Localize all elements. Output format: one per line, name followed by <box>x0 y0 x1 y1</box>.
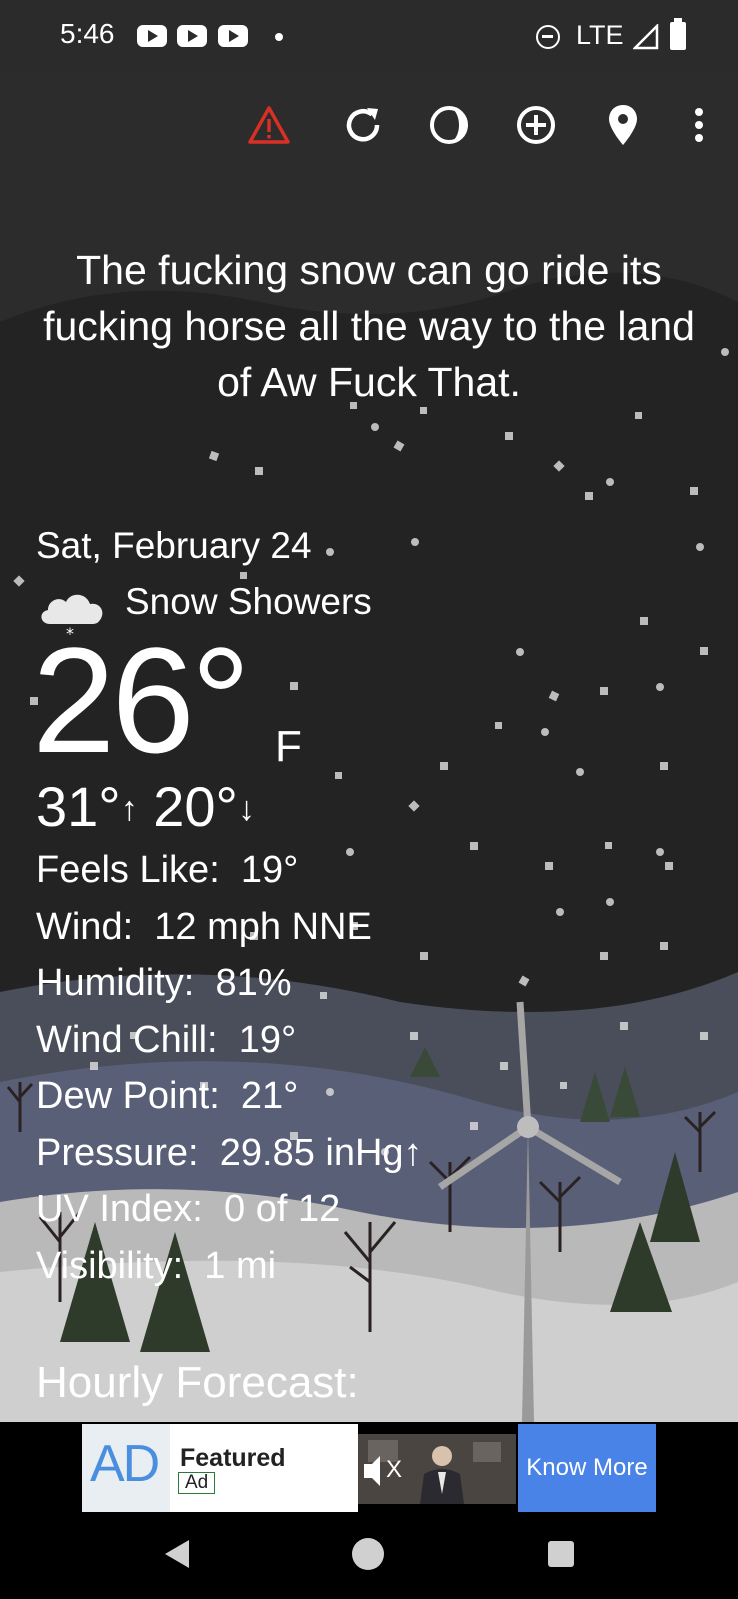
ad-tag: Ad <box>178 1472 216 1494</box>
back-icon[interactable] <box>156 1534 196 1574</box>
detail-label: Humidity: <box>36 962 195 1004</box>
home-icon[interactable] <box>348 1534 388 1574</box>
detail-row-feels-like: Feels Like: 19° <box>36 842 423 899</box>
detail-value: 0 of 12 <box>224 1188 341 1230</box>
navigation-bar <box>0 1514 738 1599</box>
detail-row-visibility: Visibility: 1 mi <box>36 1238 423 1295</box>
low-temperature: 20° <box>153 775 238 838</box>
detail-value: 19° <box>240 849 299 891</box>
youtube-icon <box>218 25 248 47</box>
detail-label: Pressure: <box>36 1131 199 1174</box>
more-vert-icon[interactable] <box>676 102 722 148</box>
weather-details: Feels Like: 19° Wind: 12 mph NNE Humidit… <box>36 842 423 1294</box>
hourly-forecast-title: Hourly Forecast: <box>36 1358 359 1407</box>
current-temperature: 26° <box>32 616 251 784</box>
network-type: LTE <box>576 20 624 50</box>
ad-banner[interactable]: AD Featured Ad X Know More <box>0 1422 738 1514</box>
high-temperature: 31° <box>36 775 121 838</box>
ad-logo: AD <box>90 1435 160 1493</box>
detail-row-dew-point: Dew Point: 21° <box>36 1068 423 1125</box>
detail-row-wind: Wind: 12 mph NNE <box>36 899 423 956</box>
recents-icon[interactable] <box>541 1534 581 1574</box>
detail-value: 21° <box>240 1075 299 1117</box>
weather-quote: The fucking snow can go ride its fucking… <box>43 247 695 405</box>
detail-value: 19° <box>238 1018 297 1061</box>
detail-row-wind-chill: Wind Chill: 19° <box>36 1012 423 1069</box>
youtube-icon <box>177 25 207 47</box>
refresh-icon[interactable] <box>340 102 386 148</box>
ad-video-thumbnail <box>358 1434 516 1504</box>
detail-label: Dew Point: <box>36 1075 220 1117</box>
alert-icon[interactable] <box>246 102 292 148</box>
add-location-icon[interactable] <box>513 102 559 148</box>
detail-value: 1 mi <box>204 1244 277 1287</box>
detail-label: Visibility: <box>36 1244 184 1287</box>
ad-mute-close-icon[interactable]: X <box>386 1456 402 1484</box>
location-pin-icon[interactable] <box>600 102 646 148</box>
detail-row-humidity: Humidity: 81% <box>36 955 423 1012</box>
youtube-icon <box>137 25 167 47</box>
detail-label: Feels Like: <box>36 849 220 891</box>
ad-featured-label: Featured <box>180 1444 286 1472</box>
up-arrow-icon: ↑ <box>120 790 138 828</box>
detail-label: Wind Chill: <box>36 1018 218 1061</box>
detail-label: UV Index: <box>36 1188 203 1230</box>
detail-value: 29.85 inHg↑ <box>219 1131 423 1174</box>
do-not-disturb-icon <box>536 25 560 49</box>
forecast-date: Sat, February 24 <box>36 525 312 566</box>
know-more-button[interactable]: Know More <box>518 1424 656 1512</box>
more-notifications-dot-icon <box>275 33 283 41</box>
battery-icon <box>670 18 686 50</box>
detail-row-uv-index: UV Index: 0 of 12 <box>36 1181 423 1238</box>
status-bar: 5:46 LTE <box>0 0 738 72</box>
detail-value: 81% <box>215 962 292 1004</box>
theme-icon[interactable] <box>426 102 472 148</box>
temperature-unit: F <box>275 722 302 771</box>
detail-row-pressure: Pressure: 29.85 inHg↑ <box>36 1125 423 1182</box>
status-time: 5:46 <box>60 18 115 49</box>
high-low-temperature: 31°↑ 20°↓ <box>36 777 255 839</box>
detail-value: 12 mph NNE <box>154 905 372 948</box>
signal-icon <box>633 24 659 50</box>
ad-video[interactable]: X <box>358 1434 516 1504</box>
weather-scene: The fucking snow can go ride its fucking… <box>0 72 738 1422</box>
down-arrow-icon: ↓ <box>237 790 255 828</box>
detail-label: Wind: <box>36 905 134 948</box>
